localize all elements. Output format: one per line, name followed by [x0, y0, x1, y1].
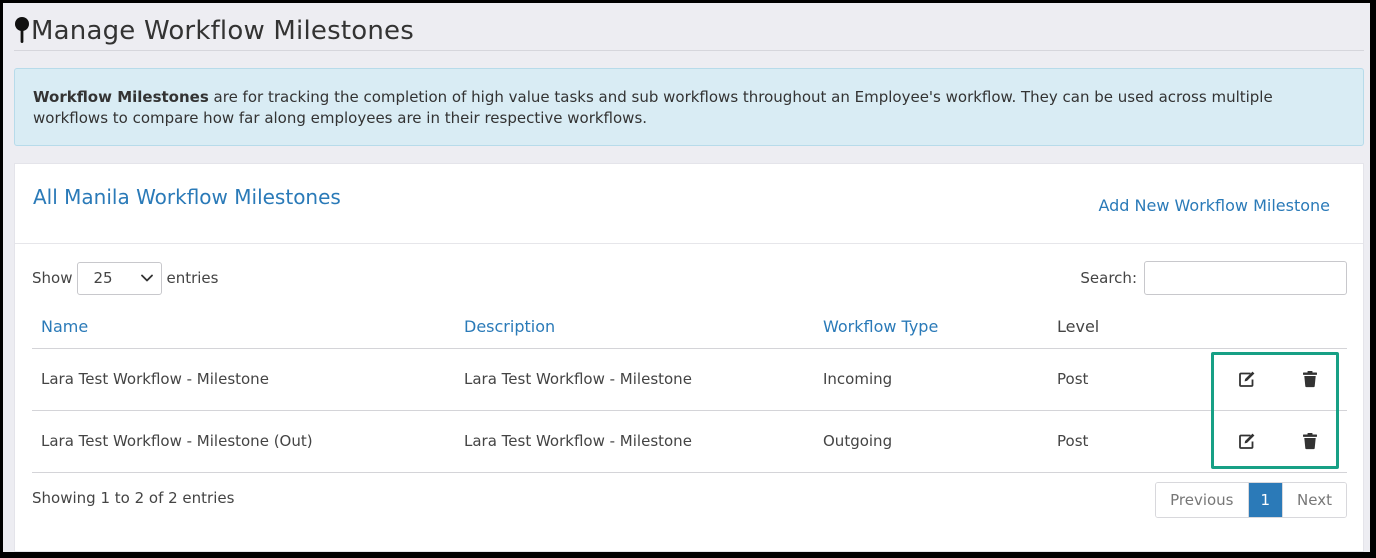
alert-heading: Workflow Milestones	[33, 88, 209, 106]
alert-text: are for tracking the completion of high …	[33, 88, 1273, 127]
info-alert: Workflow Milestones are for tracking the…	[14, 68, 1364, 146]
cell-workflow-type: Outgoing	[814, 410, 1048, 473]
table-header-row: Name Description Workflow Type Level	[32, 306, 1347, 349]
table-row: Lara Test Workflow - Milestone Lara Test…	[32, 348, 1347, 411]
map-pin-icon	[15, 16, 29, 43]
column-header-description[interactable]: Description	[455, 306, 814, 349]
page-title: Manage Workflow Milestones	[31, 15, 414, 46]
card-header: All Manila Workflow Milestones Add New W…	[15, 164, 1363, 244]
milestones-table: Name Description Workflow Type Level Lar…	[32, 306, 1347, 473]
milestones-card: All Manila Workflow Milestones Add New W…	[14, 163, 1364, 552]
entries-label: entries	[166, 269, 219, 287]
page-length-control: Show 25 entries	[32, 261, 218, 295]
column-header-level: Level	[1048, 306, 1197, 349]
page-length-value: 25	[93, 269, 113, 287]
actions-highlight-box	[1211, 352, 1339, 469]
show-label: Show	[32, 269, 73, 287]
page-header: Manage Workflow Milestones	[14, 11, 1364, 51]
column-header-workflow-type[interactable]: Workflow Type	[814, 306, 1048, 349]
cell-description: Lara Test Workflow - Milestone	[455, 348, 814, 411]
cell-workflow-type: Incoming	[814, 348, 1048, 411]
cell-level: Post	[1048, 410, 1197, 473]
cell-name: Lara Test Workflow - Milestone	[32, 348, 455, 411]
cell-level: Post	[1048, 348, 1197, 411]
table-row: Lara Test Workflow - Milestone (Out) Lar…	[32, 410, 1347, 473]
page-1-button[interactable]: 1	[1248, 483, 1283, 517]
column-header-actions	[1197, 306, 1347, 349]
search-input[interactable]	[1144, 261, 1347, 295]
search-label: Search:	[1080, 269, 1137, 287]
add-new-workflow-milestone-link[interactable]: Add New Workflow Milestone	[1098, 196, 1330, 215]
pagination: Previous 1 Next	[1155, 482, 1347, 518]
previous-page-button[interactable]: Previous	[1156, 483, 1249, 517]
app-frame: Manage Workflow Milestones Workflow Mile…	[3, 3, 1370, 552]
page-length-select[interactable]: 25	[77, 261, 163, 295]
cell-description: Lara Test Workflow - Milestone	[455, 410, 814, 473]
column-header-name[interactable]: Name	[32, 306, 455, 349]
next-page-button[interactable]: Next	[1282, 483, 1346, 517]
cell-name: Lara Test Workflow - Milestone (Out)	[32, 410, 455, 473]
search-control: Search:	[1080, 261, 1347, 295]
card-title: All Manila Workflow Milestones	[33, 185, 341, 209]
chevron-down-icon	[141, 274, 154, 282]
table-info: Showing 1 to 2 of 2 entries	[32, 489, 235, 507]
